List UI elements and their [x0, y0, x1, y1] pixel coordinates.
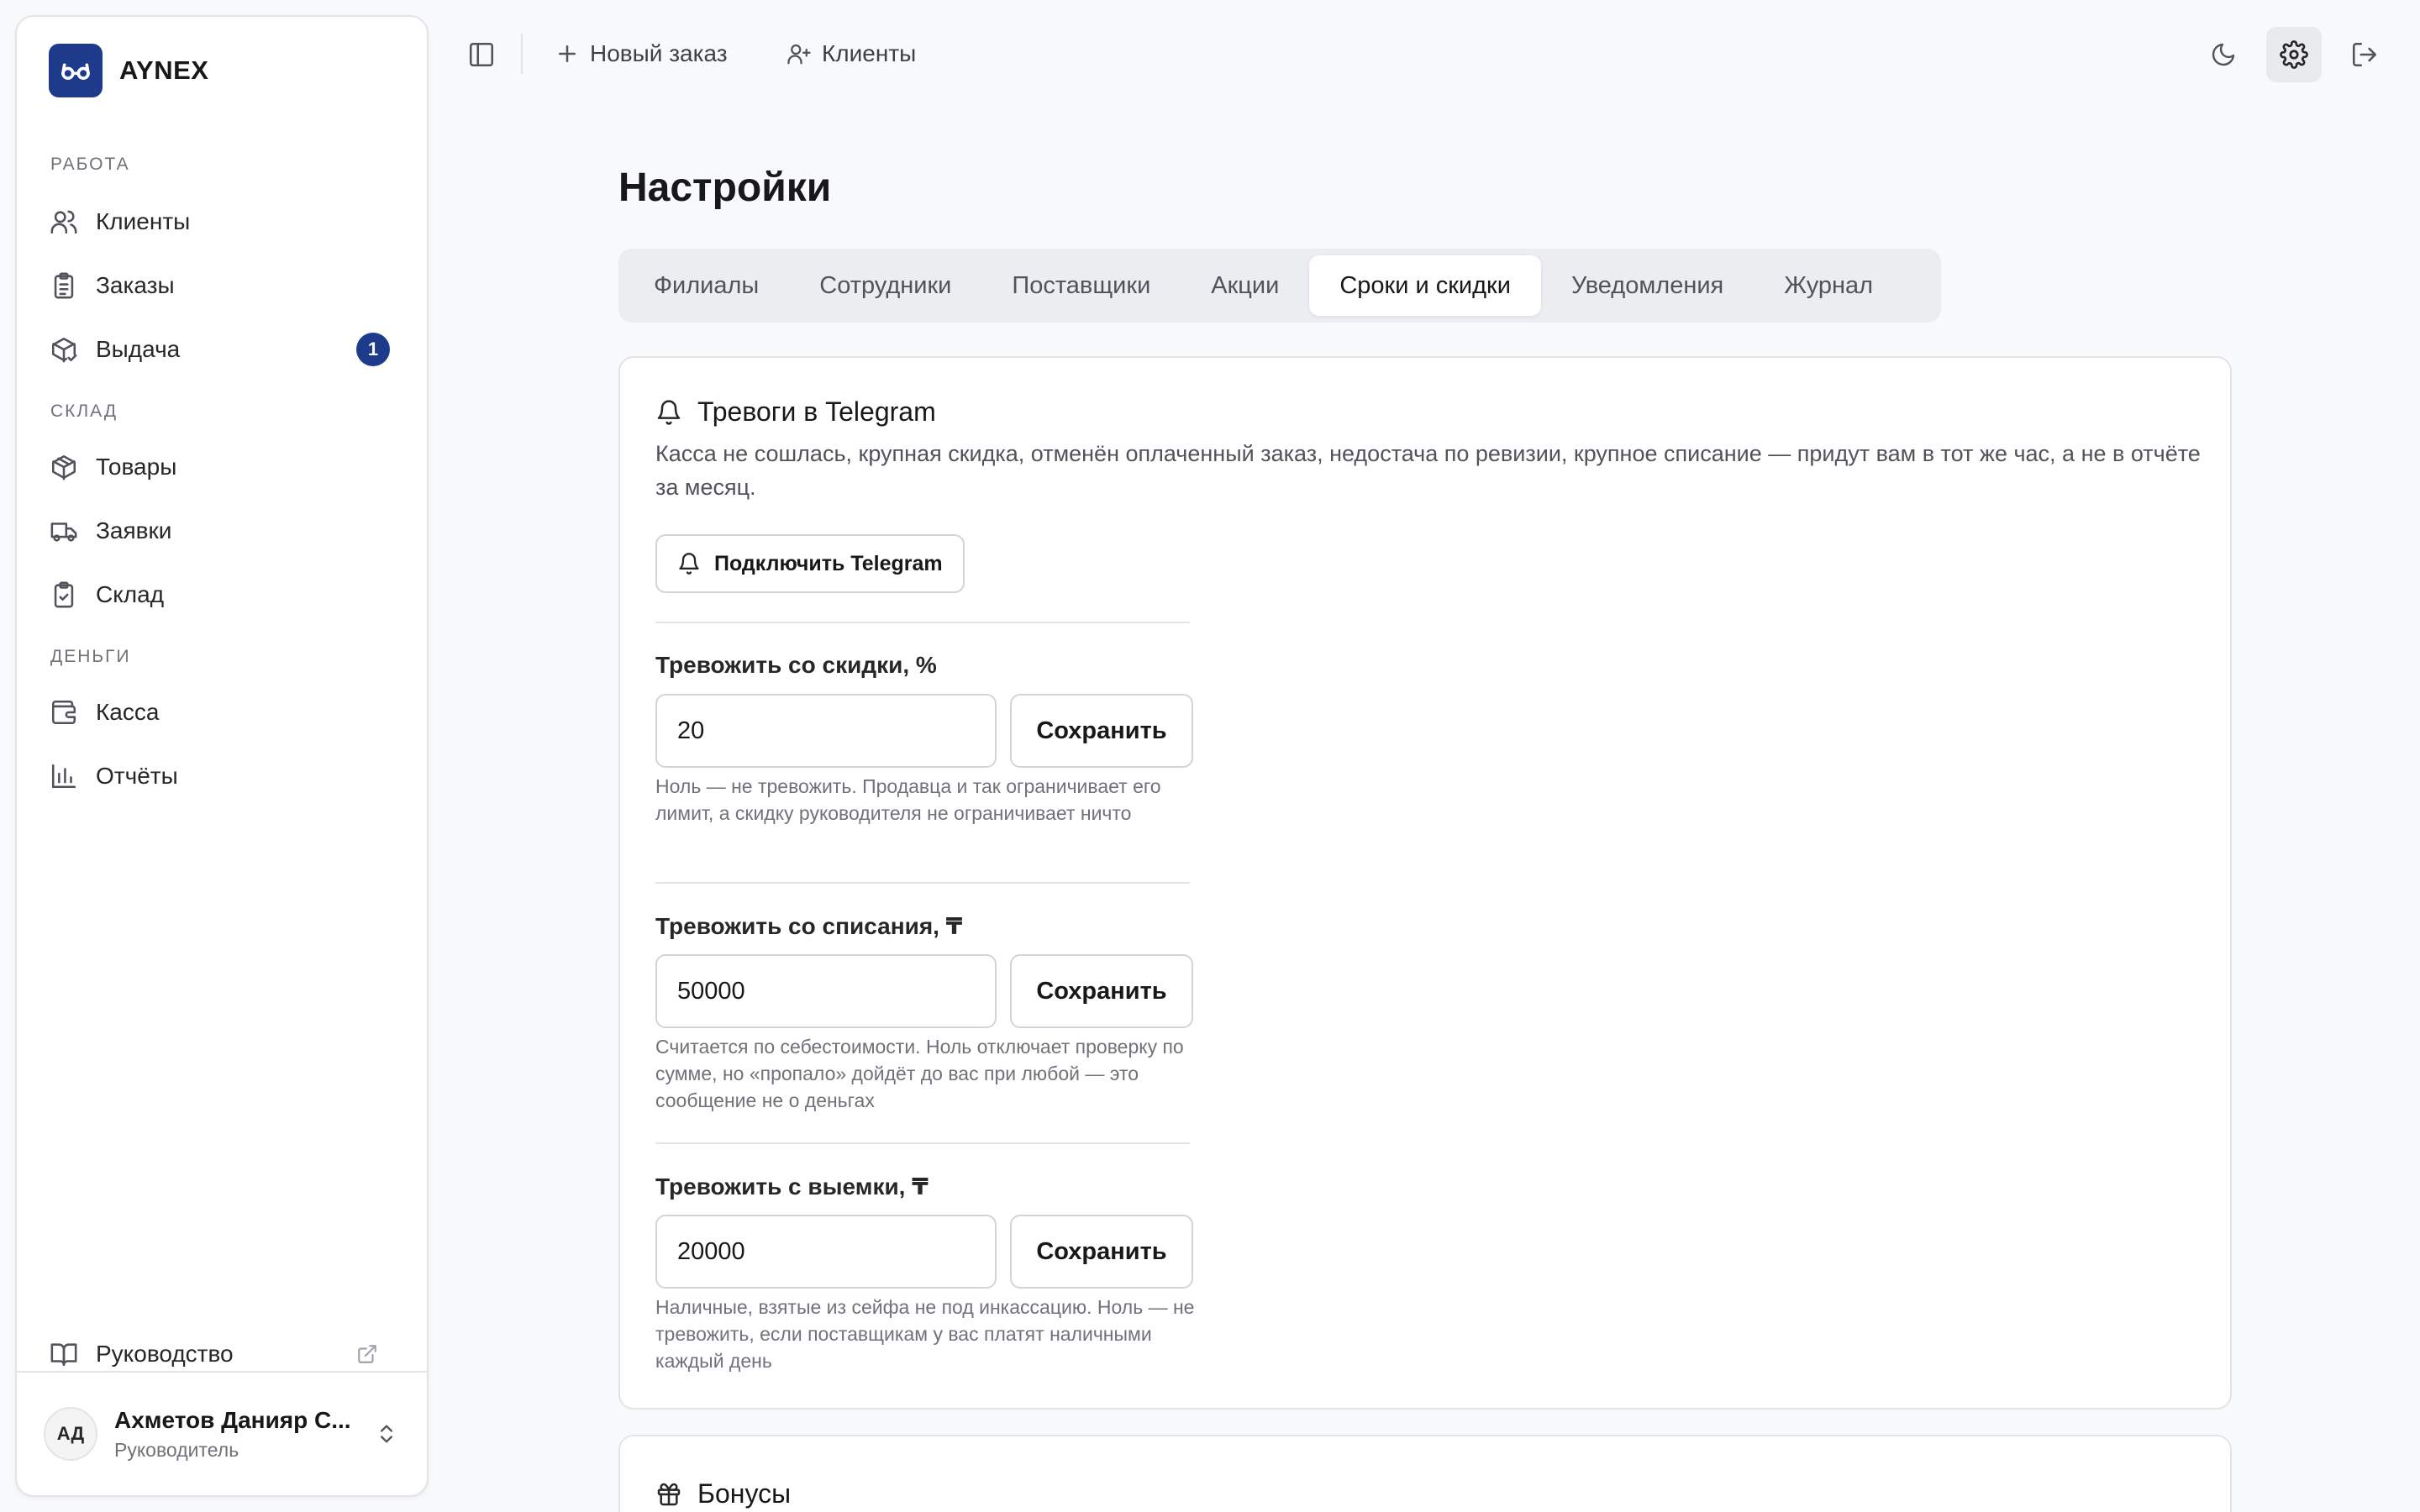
- package-check-icon: [47, 335, 81, 364]
- users-icon: [47, 207, 81, 236]
- truck-icon: [47, 517, 81, 545]
- card-title: Тревоги в Telegram: [697, 396, 936, 427]
- discount-threshold-input[interactable]: [655, 694, 997, 768]
- avatar: АД: [44, 1407, 97, 1461]
- save-discount-threshold-button[interactable]: Сохранить: [1010, 694, 1193, 768]
- settings-button[interactable]: [2266, 27, 2322, 82]
- sidebar-item-label: Касса: [96, 699, 160, 725]
- sidebar-item-label: Склад: [96, 581, 165, 607]
- card-description: Касса не сошлась, крупная скидка, отменё…: [655, 441, 2201, 500]
- sidebar-item-label: Заказы: [96, 272, 175, 298]
- toolbar-divider: [521, 34, 523, 74]
- sidebar-item-reports[interactable]: Отчёты: [35, 749, 412, 803]
- sidebar-item-label: Клиенты: [96, 208, 191, 234]
- book-open-icon: [47, 1340, 81, 1368]
- connect-telegram-button[interactable]: Подключить Telegram: [655, 534, 965, 593]
- discount-threshold-help: Ноль — не тревожить. Продавца и так огра…: [655, 775, 1161, 824]
- withdrawal-threshold-label: Тревожить с выемки, ₸: [655, 1173, 929, 1200]
- pickup-count-badge: 1: [356, 333, 390, 366]
- sidebar-item-label: Товары: [96, 454, 177, 480]
- card-header: Бонусы: [655, 1478, 791, 1509]
- user-name: Ахметов Данияр С...: [114, 1406, 351, 1433]
- logout-button[interactable]: [2337, 27, 2392, 82]
- topbar: Новый заказ Клиенты: [429, 0, 2420, 108]
- writeoff-threshold-input[interactable]: [655, 954, 997, 1028]
- clients-button[interactable]: Клиенты: [786, 27, 916, 81]
- sidebar-toggle-button[interactable]: [454, 27, 509, 82]
- card-header: Тревоги в Telegram: [655, 396, 936, 428]
- withdrawal-threshold-help: Наличные, взятые из сейфа не под инкасса…: [655, 1296, 1195, 1372]
- sidebar-item-label: Руководство: [96, 1341, 234, 1367]
- tab-employees[interactable]: Сотрудники: [789, 255, 981, 316]
- clipboard-check-icon: [47, 580, 81, 609]
- new-order-button[interactable]: Новый заказ: [555, 27, 728, 81]
- tab-suppliers[interactable]: Поставщики: [981, 255, 1181, 316]
- tab-journal[interactable]: Журнал: [1754, 255, 1903, 316]
- telegram-alerts-card: Тревоги в Telegram Касса не сошлась, кру…: [618, 356, 2232, 1410]
- clients-label: Клиенты: [822, 40, 917, 66]
- settings-tabs: Филиалы Сотрудники Поставщики Акции Срок…: [618, 249, 1941, 323]
- writeoff-threshold-label: Тревожить со списания, ₸: [655, 913, 963, 939]
- divider: [655, 882, 1190, 884]
- page-title: Настройки: [618, 165, 832, 210]
- sidebar-item-label: Заявки: [96, 517, 172, 543]
- divider: [655, 1142, 1190, 1144]
- discount-threshold-label: Тревожить со скидки, %: [655, 652, 937, 678]
- chevrons-up-down-icon[interactable]: [375, 1422, 398, 1446]
- panel-left-icon: [467, 40, 496, 69]
- section-label-warehouse: Склад: [50, 402, 118, 421]
- sidebar: AYNEX Работа Клиенты Заказы Выдача 1 Скл…: [15, 15, 429, 1497]
- gear-icon: [2280, 40, 2308, 69]
- logout-icon: [2350, 40, 2379, 69]
- moon-icon: [2210, 41, 2237, 68]
- bonuses-card: Бонусы: [618, 1435, 2232, 1512]
- new-order-label: Новый заказ: [590, 40, 728, 66]
- plus-icon: [555, 41, 580, 66]
- brand[interactable]: AYNEX: [49, 44, 208, 97]
- bell-icon: [655, 399, 682, 426]
- connect-telegram-label: Подключить Telegram: [714, 551, 943, 575]
- tab-branches[interactable]: Филиалы: [623, 255, 789, 316]
- save-writeoff-threshold-button[interactable]: Сохранить: [1010, 954, 1193, 1028]
- user-plus-icon: [786, 41, 812, 66]
- package-icon: [47, 453, 81, 481]
- section-label-work: Работа: [50, 155, 130, 174]
- sidebar-item-pickup[interactable]: Выдача 1: [35, 323, 412, 376]
- writeoff-threshold-help: Считается по себестоимости. Ноль отключа…: [655, 1036, 1184, 1111]
- withdrawal-threshold-input[interactable]: [655, 1215, 997, 1289]
- sidebar-item-stock[interactable]: Склад: [35, 568, 412, 622]
- logo-glasses-icon: [49, 44, 103, 97]
- bell-icon: [677, 552, 701, 575]
- sidebar-item-cashbox[interactable]: Касса: [35, 685, 412, 739]
- section-label-money: Деньги: [50, 647, 131, 666]
- sidebar-item-clients[interactable]: Клиенты: [35, 195, 412, 249]
- brand-name: AYNEX: [119, 55, 209, 85]
- sidebar-item-orders[interactable]: Заказы: [35, 259, 412, 312]
- sidebar-item-products[interactable]: Товары: [35, 440, 412, 494]
- theme-toggle-button[interactable]: [2196, 27, 2251, 82]
- divider: [655, 622, 1190, 623]
- card-title: Бонусы: [697, 1478, 792, 1509]
- tab-terms-discounts[interactable]: Сроки и скидки: [1309, 255, 1541, 316]
- gift-icon: [655, 1481, 682, 1508]
- save-withdrawal-threshold-button[interactable]: Сохранить: [1010, 1215, 1193, 1289]
- user-role: Руководитель: [114, 1438, 239, 1461]
- tab-promotions[interactable]: Акции: [1181, 255, 1309, 316]
- tab-notifications[interactable]: Уведомления: [1541, 255, 1754, 316]
- external-link-icon: [356, 1343, 378, 1365]
- sidebar-item-requests[interactable]: Заявки: [35, 504, 412, 558]
- clipboard-list-icon: [47, 271, 81, 300]
- wallet-icon: [47, 698, 81, 727]
- bar-chart-icon: [47, 762, 81, 790]
- sidebar-item-label: Выдача: [96, 336, 181, 362]
- user-menu[interactable]: АД Ахметов Данияр С... Руководитель: [17, 1371, 427, 1495]
- sidebar-item-label: Отчёты: [96, 763, 178, 789]
